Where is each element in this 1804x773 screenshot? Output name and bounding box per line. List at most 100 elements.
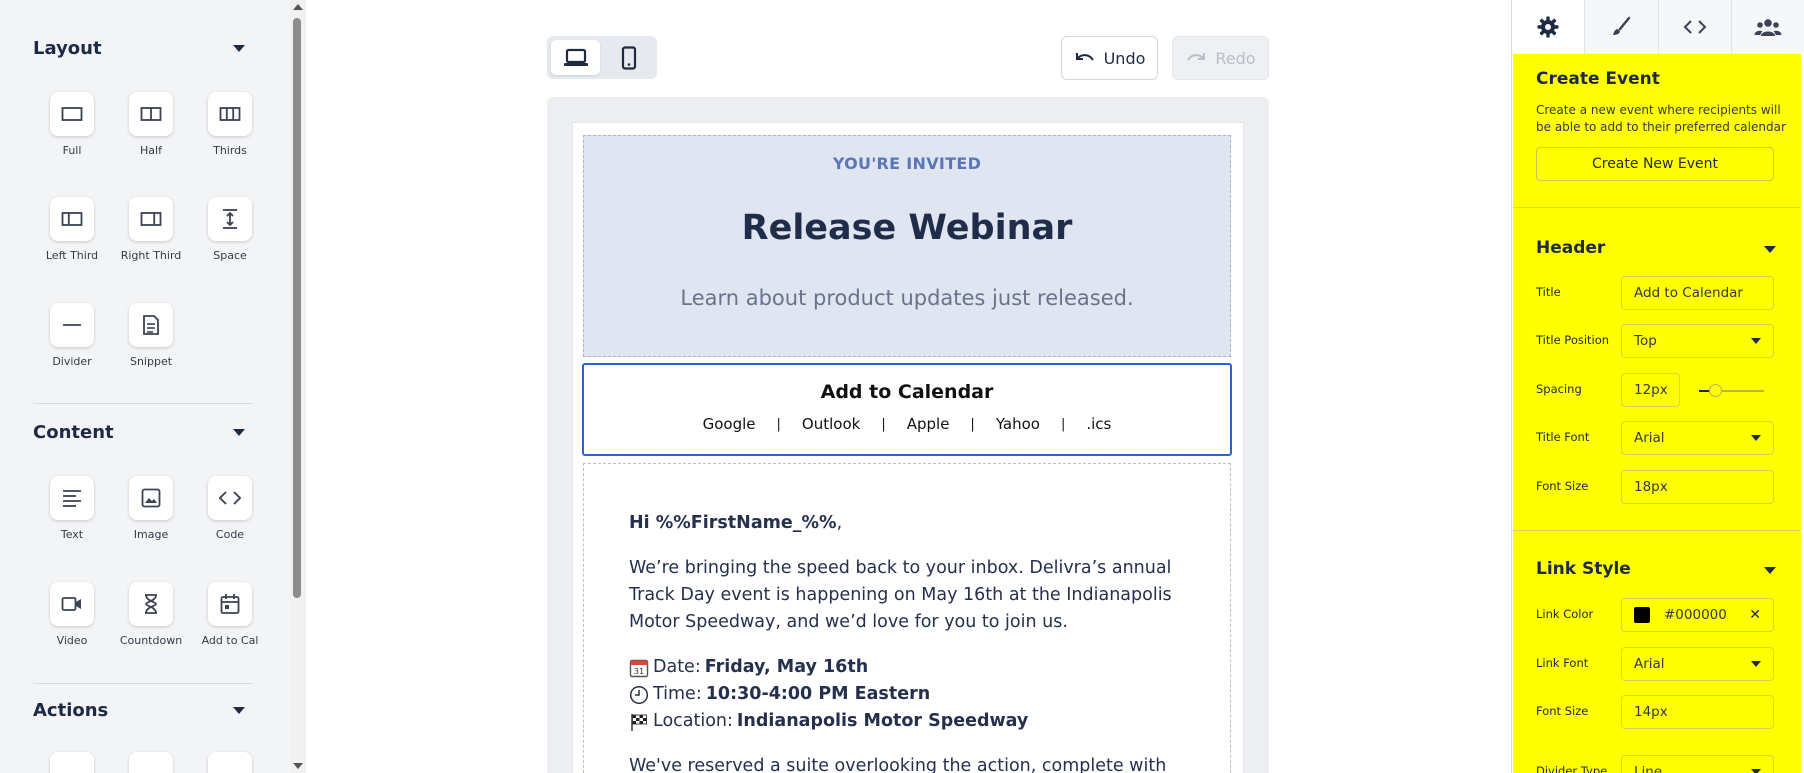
chevron-down-icon[interactable] bbox=[1764, 567, 1776, 574]
calendar-link-yahoo[interactable]: Yahoo bbox=[975, 415, 1061, 433]
spacing-value: 12px bbox=[1634, 382, 1668, 398]
time-label: Time: bbox=[653, 684, 702, 704]
full-layout-icon bbox=[61, 107, 83, 121]
video-icon bbox=[61, 597, 81, 611]
layout-section-header[interactable]: Layout bbox=[33, 33, 253, 63]
actions-section-header[interactable]: Actions bbox=[33, 695, 253, 725]
palette-item-add-to-cal[interactable]: Add to Cal bbox=[180, 582, 280, 647]
divider-type-label: Divider Type bbox=[1536, 764, 1608, 773]
chevron-down-icon[interactable] bbox=[1764, 246, 1776, 253]
calendar-emoji-icon: 31 bbox=[629, 659, 649, 677]
tab-audience[interactable] bbox=[1731, 0, 1804, 54]
divider-type-select[interactable]: Line bbox=[1621, 755, 1774, 773]
space-icon bbox=[223, 209, 237, 229]
clear-color-icon[interactable]: ✕ bbox=[1749, 607, 1761, 623]
divider-icon bbox=[63, 324, 81, 326]
palette-item-snippet[interactable]: Snippet bbox=[101, 303, 201, 368]
header-font-size-value: 18px bbox=[1634, 479, 1668, 495]
redo-button[interactable]: Redo bbox=[1172, 36, 1269, 80]
section-divider bbox=[33, 683, 253, 684]
hourglass-icon bbox=[145, 594, 157, 614]
palette-item-label: Left Third bbox=[45, 249, 99, 262]
palette-scrollbar[interactable] bbox=[290, 0, 306, 773]
mobile-view-button[interactable] bbox=[604, 40, 653, 75]
create-new-event-button[interactable]: Create New Event bbox=[1536, 147, 1774, 181]
brush-icon bbox=[1613, 16, 1631, 35]
scroll-up-arrow-icon[interactable] bbox=[293, 4, 303, 10]
palette-item-label: Half bbox=[140, 144, 162, 157]
palette-item-label: Add to Cal bbox=[201, 634, 259, 647]
scroll-down-arrow-icon[interactable] bbox=[293, 763, 303, 769]
title-input-value: Add to Calendar bbox=[1634, 285, 1743, 301]
palette-item-thirds[interactable]: Thirds bbox=[180, 92, 280, 157]
half-layout-icon bbox=[140, 107, 162, 121]
palette-item-action[interactable] bbox=[180, 752, 280, 773]
scrollbar-thumb[interactable] bbox=[293, 18, 301, 598]
chevron-down-icon bbox=[233, 706, 245, 714]
clock-icon bbox=[629, 685, 649, 704]
palette-item-label: Video bbox=[56, 634, 88, 647]
redo-icon bbox=[1187, 53, 1206, 61]
calendar-block-title: Add to Calendar bbox=[820, 381, 994, 403]
event-date-line: 31 Date: Friday, May 16th bbox=[629, 654, 1185, 681]
hero-subtitle: Learn about product updates just release… bbox=[680, 286, 1134, 310]
spacing-label: Spacing bbox=[1536, 382, 1582, 396]
date-value: Friday, May 16th bbox=[704, 657, 869, 677]
email-editor: Layout Full Half Thirds Left Third Right… bbox=[0, 0, 1804, 773]
undo-icon bbox=[1075, 53, 1094, 61]
slider-handle[interactable] bbox=[1709, 384, 1722, 397]
event-details: 31 Date: Friday, May 16th Time: 10:30-4:… bbox=[629, 654, 1185, 735]
properties-panel: Create Event Create a new event where re… bbox=[1511, 0, 1804, 773]
dropdown-arrow-icon bbox=[1751, 769, 1761, 773]
link-color-label: Link Color bbox=[1536, 607, 1594, 621]
palette-item-code[interactable]: Code bbox=[180, 476, 280, 541]
tab-settings[interactable] bbox=[1512, 0, 1586, 54]
palette-item-space[interactable]: Space bbox=[180, 197, 280, 262]
tab-code[interactable] bbox=[1658, 0, 1732, 54]
spacing-slider[interactable] bbox=[1699, 384, 1764, 397]
link-font-size-input[interactable]: 14px bbox=[1621, 695, 1774, 729]
header-font-size-input[interactable]: 18px bbox=[1621, 470, 1774, 504]
desktop-view-button[interactable] bbox=[551, 40, 600, 75]
content-section-header[interactable]: Content bbox=[33, 417, 253, 447]
add-to-calendar-block[interactable]: Add to Calendar Google | Outlook | Apple… bbox=[582, 363, 1232, 456]
divider-type-value: Line bbox=[1634, 764, 1663, 773]
laptop-icon bbox=[563, 48, 588, 66]
text-block[interactable]: Hi %%FirstName_%%, We’re bringing the sp… bbox=[583, 463, 1231, 773]
tab-style[interactable] bbox=[1585, 0, 1659, 54]
dropdown-arrow-icon bbox=[1751, 435, 1761, 441]
spacing-input[interactable]: 12px bbox=[1621, 373, 1680, 407]
title-input[interactable]: Add to Calendar bbox=[1621, 276, 1774, 310]
color-swatch[interactable] bbox=[1634, 607, 1650, 623]
calendar-links: Google | Outlook | Apple | Yahoo | .ics bbox=[584, 415, 1230, 433]
greeting-tail: , bbox=[836, 513, 843, 533]
link-font-select[interactable]: Arial bbox=[1621, 647, 1774, 681]
header-section-title[interactable]: Header bbox=[1536, 238, 1605, 258]
actions-section-title: Actions bbox=[33, 699, 109, 721]
panel-divider bbox=[1513, 207, 1801, 208]
chevron-down-icon bbox=[233, 428, 245, 436]
code-icon bbox=[219, 491, 241, 505]
undo-button[interactable]: Undo bbox=[1061, 36, 1158, 80]
calendar-link-google[interactable]: Google bbox=[682, 415, 777, 433]
link-style-section-title[interactable]: Link Style bbox=[1536, 559, 1631, 579]
link-color-input[interactable]: #000000 ✕ bbox=[1621, 598, 1774, 632]
svg-text:31: 31 bbox=[634, 667, 644, 676]
panel-tabs bbox=[1512, 0, 1804, 54]
hero-block[interactable]: YOU'RE INVITED Release Webinar Learn abo… bbox=[583, 135, 1231, 357]
title-position-select[interactable]: Top bbox=[1621, 324, 1774, 358]
section-divider bbox=[33, 403, 253, 404]
calendar-link-apple[interactable]: Apple bbox=[886, 415, 971, 433]
create-event-title: Create Event bbox=[1536, 69, 1660, 89]
palette-item-label: Text bbox=[60, 528, 84, 541]
hero-kicker: YOU'RE INVITED bbox=[832, 154, 982, 173]
calendar-link-outlook[interactable]: Outlook bbox=[781, 415, 881, 433]
link-font-value: Arial bbox=[1634, 656, 1665, 672]
title-font-label: Title Font bbox=[1536, 430, 1590, 444]
palette-item-label: Full bbox=[62, 144, 82, 157]
palette-item-label: Snippet bbox=[129, 355, 173, 368]
dropdown-arrow-icon bbox=[1751, 661, 1761, 667]
email-preview: YOU'RE INVITED Release Webinar Learn abo… bbox=[573, 123, 1243, 773]
calendar-link-ics[interactable]: .ics bbox=[1065, 415, 1132, 433]
title-font-select[interactable]: Arial bbox=[1621, 421, 1774, 455]
